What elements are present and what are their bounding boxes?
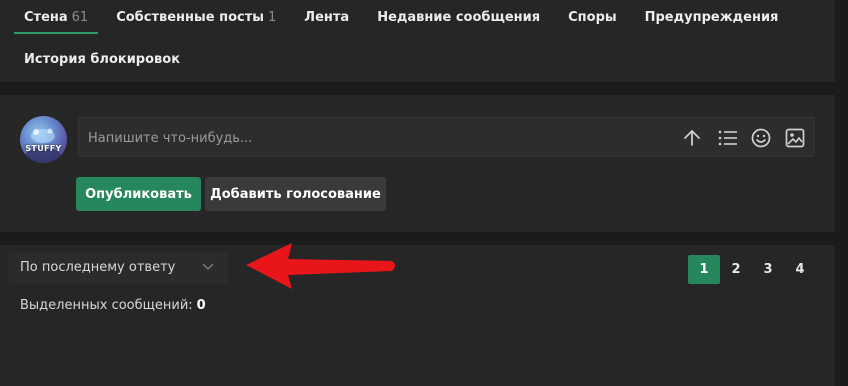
page-button-2[interactable]: 2 [720, 255, 752, 284]
profile-tabs: Стена 61 Собственные посты 1 Лента Недавни… [0, 0, 835, 82]
tab-label: История блокировок [24, 51, 181, 67]
selected-messages-label: Выделенных сообщений: [20, 298, 193, 313]
tab-feed[interactable]: Лента [304, 0, 349, 34]
tab-ban-history[interactable]: История блокировок [24, 42, 180, 76]
page-button-3[interactable]: 3 [752, 255, 784, 284]
tab-label: Недавние сообщения [377, 9, 541, 25]
tab-recent-messages[interactable]: Недавние сообщения [377, 0, 540, 34]
arrow-up-icon[interactable] [680, 126, 704, 150]
tab-row-1: Стена 61 Собственные посты 1 Лента Недавни… [0, 0, 778, 34]
post-input-box [78, 117, 815, 157]
tab-row-2: История блокировок [0, 42, 180, 76]
image-icon[interactable] [783, 126, 807, 150]
post-input[interactable] [88, 128, 648, 148]
smiley-icon[interactable] [749, 126, 773, 150]
tab-own-posts[interactable]: Собственные посты 1 [116, 0, 276, 34]
page: Стена 61 Собственные посты 1 Лента Недавни… [0, 0, 848, 386]
page-button-1[interactable]: 1 [688, 255, 720, 284]
avatar-art-icon [25, 128, 61, 163]
annotation-arrow-icon [246, 243, 395, 289]
avatar[interactable]: STUFFY [20, 116, 67, 163]
page-button-4[interactable]: 4 [784, 255, 816, 284]
tab-disputes[interactable]: Споры [568, 0, 617, 34]
sort-select[interactable]: По последнему ответу [8, 252, 228, 284]
wall-composer: STUFFY Напишите что-нибудь... Опубликова… [0, 95, 835, 232]
tab-warnings[interactable]: Предупреждения [645, 0, 779, 34]
pagination: 1 2 3 4 [688, 255, 816, 284]
selected-messages-count: 0 [196, 298, 206, 313]
chevron-down-icon [202, 263, 214, 271]
publish-button[interactable]: Опубликовать [76, 177, 201, 211]
list-icon[interactable] [716, 126, 740, 150]
sort-select-value: По последнему ответу [20, 260, 176, 275]
tab-label: Лента [304, 9, 350, 25]
add-poll-button[interactable]: Добавить голосование [205, 177, 386, 211]
tab-label: Стена [24, 9, 68, 25]
tab-count: 1 [268, 9, 277, 25]
avatar-text: STUFFY [25, 144, 62, 153]
tab-label: Споры [568, 9, 617, 25]
tab-count: 61 [71, 9, 89, 25]
tab-wall[interactable]: Стена 61 [13, 0, 99, 34]
wall-threads: По последнему ответу Выделенных сообщени… [0, 245, 835, 386]
tab-label: Собственные посты [116, 9, 265, 25]
tab-label: Предупреждения [644, 9, 779, 25]
selected-messages: Выделенных сообщений: 0 [20, 298, 206, 313]
